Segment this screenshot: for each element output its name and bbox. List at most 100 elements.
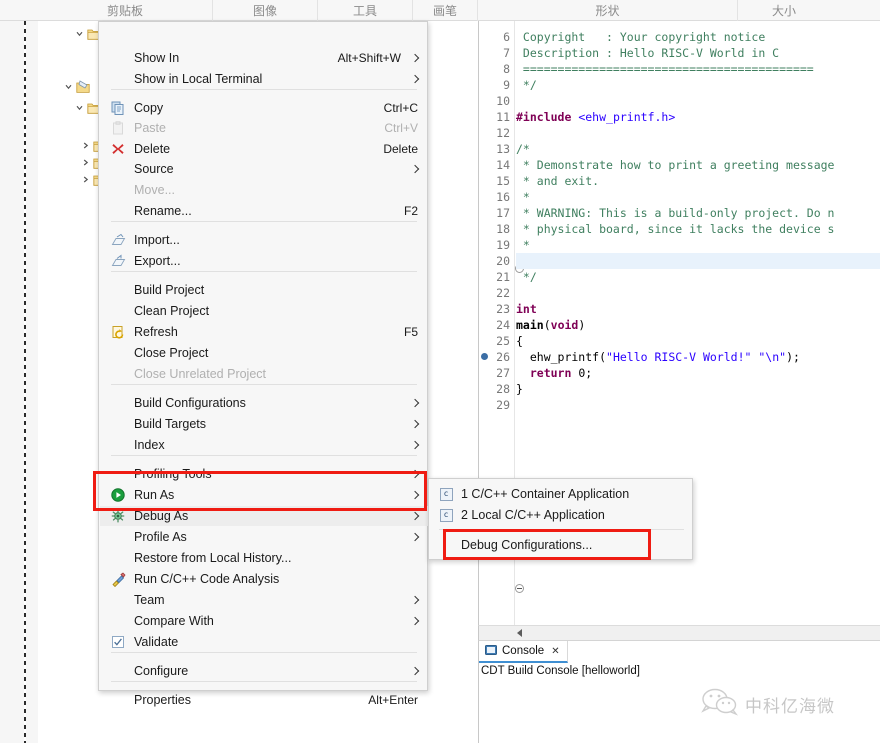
menu-item-export[interactable]: Export... <box>100 251 428 271</box>
menu-item-close-project[interactable]: Close Project <box>100 343 428 363</box>
current-line-highlight <box>516 253 880 269</box>
chevron-down-icon[interactable] <box>74 102 87 115</box>
menu-item-close-unrelated-project: Close Unrelated Project <box>100 364 428 384</box>
menu-item-shortcut: Delete <box>383 142 418 156</box>
submenu-item-2[interactable]: c 2 Local C/C++ Application <box>430 505 693 525</box>
menu-separator <box>111 652 417 653</box>
menu-item-index[interactable]: Index <box>100 435 428 455</box>
menu-item-build-targets[interactable]: Build Targets <box>100 414 428 434</box>
chevron-down-icon[interactable] <box>63 81 76 94</box>
menu-item-move: Move... <box>100 180 428 200</box>
menu-item-label: Refresh <box>134 325 178 339</box>
menu-item-import[interactable]: Import... <box>100 230 428 250</box>
console-view: Console ✕ CDT Build Console [helloworld] <box>478 640 880 743</box>
ribbon-tab-4[interactable]: 画笔 <box>413 0 478 21</box>
code-line: ehw_printf("Hello RISC-V World!" "\n"); <box>516 350 800 364</box>
line-number: 25 <box>496 334 510 348</box>
menu-item-label: Show in Local Terminal <box>134 72 263 86</box>
menu-item-profile-as[interactable]: Profile As <box>100 527 428 547</box>
menu-item-label: Profiling Tools <box>134 467 212 481</box>
menu-item-copy[interactable]: Copy Ctrl+C <box>100 98 428 118</box>
menu-item-label: Close Project <box>134 346 209 360</box>
menu-item-label: Restore from Local History... <box>134 551 292 565</box>
menu-item-debug-as[interactable]: Debug As <box>100 506 428 526</box>
menu-item-validate[interactable]: Validate <box>100 632 428 652</box>
menu-item-compare-with[interactable]: Compare With <box>100 611 428 631</box>
workbench-gap <box>26 21 38 743</box>
menu-item-paste: Paste Ctrl+V <box>100 118 428 138</box>
code-line: return 0; <box>529 366 593 380</box>
menu-item-run-as[interactable]: Run As <box>100 485 428 505</box>
code-line: * and exit. <box>516 174 600 188</box>
menu-item-label: Run C/C++ Code Analysis <box>134 572 280 586</box>
menu-item-clean-project[interactable]: Clean Project <box>100 301 428 321</box>
line-number: 18 <box>496 222 510 236</box>
submenu-footer-label: Debug Configurations... <box>461 538 593 552</box>
close-icon[interactable]: ✕ <box>551 646 559 657</box>
chevron-right-icon <box>411 617 419 625</box>
menu-item-team[interactable]: Team <box>100 590 428 610</box>
menu-item-shortcut: Ctrl+C <box>383 101 418 115</box>
menu-item-refresh[interactable]: Refresh F5 <box>100 322 428 342</box>
ribbon-tab-2[interactable]: 图像 <box>213 0 318 21</box>
tree-item[interactable] <box>63 79 93 95</box>
chevron-right-icon[interactable] <box>80 174 93 187</box>
menu-item-configure[interactable]: Configure <box>100 661 428 681</box>
menu-item-shortcut: F5 <box>403 325 418 339</box>
menu-item-shortcut: Ctrl+V <box>384 121 418 135</box>
line-number: 28 <box>496 382 510 396</box>
menu-item-build-project[interactable]: Build Project <box>100 280 428 300</box>
chevron-right-icon[interactable] <box>80 157 93 170</box>
console-icon <box>485 644 497 659</box>
chevron-down-icon[interactable] <box>74 28 87 41</box>
line-number: 26 <box>496 350 510 364</box>
menu-item-profiling-tools[interactable]: Profiling Tools <box>100 464 428 484</box>
chevron-right-icon <box>411 470 419 478</box>
chevron-right-icon <box>411 441 419 449</box>
chevron-right-icon <box>411 399 419 407</box>
console-title: CDT Build Console [helloworld] <box>481 665 640 677</box>
line-number: 10 <box>496 94 510 108</box>
menu-item-properties[interactable]: Properties Alt+Enter <box>100 690 428 710</box>
chevron-right-icon <box>411 533 419 541</box>
editor-horizontal-scrollbar[interactable] <box>478 625 880 640</box>
menu-item-show-in[interactable]: Show In Alt+Shift+W <box>100 48 428 68</box>
menu-item-label: Team <box>134 593 165 607</box>
console-output[interactable] <box>479 681 880 743</box>
ribbon-tab-6[interactable]: 大小 <box>738 0 830 21</box>
ribbon-tab-label: 剪贴板 <box>106 4 143 18</box>
menu-item-label: Export... <box>134 254 181 268</box>
menu-item-label: Clean Project <box>134 304 210 318</box>
validate-icon <box>110 634 126 650</box>
menu-item-show-in-local-terminal[interactable]: Show in Local Terminal <box>100 69 428 89</box>
menu-item-debug-configurations[interactable]: Debug Configurations... <box>430 535 693 555</box>
scroll-left-arrow-icon[interactable] <box>517 629 522 637</box>
submenu-item-1[interactable]: c 1 C/C++ Container Application <box>430 484 693 504</box>
menu-item-rename[interactable]: Rename... F2 <box>100 201 428 221</box>
tab-console[interactable]: Console ✕ <box>479 641 568 663</box>
menu-item-label: Compare With <box>134 614 214 628</box>
app-root: 剪贴板 图像 工具 画笔 形状 大小 6 7 8 9 10 11 12 13 14 15 16 17 18 19 20… <box>0 0 880 743</box>
menu-item-restore-from-local-history[interactable]: Restore from Local History... <box>100 548 428 568</box>
menu-item-run-c-c-code-analysis[interactable]: Run C/C++ Code Analysis <box>100 569 428 589</box>
console-tab-label: Console <box>502 645 545 657</box>
menu-item-shortcut: F2 <box>403 204 418 218</box>
chevron-right-icon <box>411 512 419 520</box>
menu-item-build-configurations[interactable]: Build Configurations <box>100 393 428 413</box>
breakpoint-marker-icon[interactable] <box>481 353 488 360</box>
c-config-icon: c <box>438 486 454 502</box>
menu-item-source[interactable]: Source <box>100 159 428 179</box>
ribbon-tab-5[interactable]: 形状 <box>478 0 738 21</box>
menu-item-delete[interactable]: Delete Delete <box>100 139 428 159</box>
code-line: * physical board, since it lacks the dev… <box>516 222 835 236</box>
project-context-menu[interactable]: Show In Alt+Shift+W Show in Local Terminal… <box>98 21 428 707</box>
code-line: #include <ehw_printf.h> <box>516 110 676 124</box>
menu-item-label: Build Configurations <box>134 396 246 410</box>
ribbon-tab-3[interactable]: 工具 <box>318 0 413 21</box>
chevron-right-icon[interactable] <box>80 140 93 153</box>
ribbon-tab-1[interactable]: 剪贴板 <box>38 0 213 21</box>
c-project-icon <box>76 80 90 94</box>
debug-as-submenu[interactable]: c 1 C/C++ Container Application c 2 Local C… <box>428 478 693 560</box>
submenu-item-label: 2 Local C/C++ Application <box>461 508 605 522</box>
menu-item-label: Profile As <box>134 530 187 544</box>
